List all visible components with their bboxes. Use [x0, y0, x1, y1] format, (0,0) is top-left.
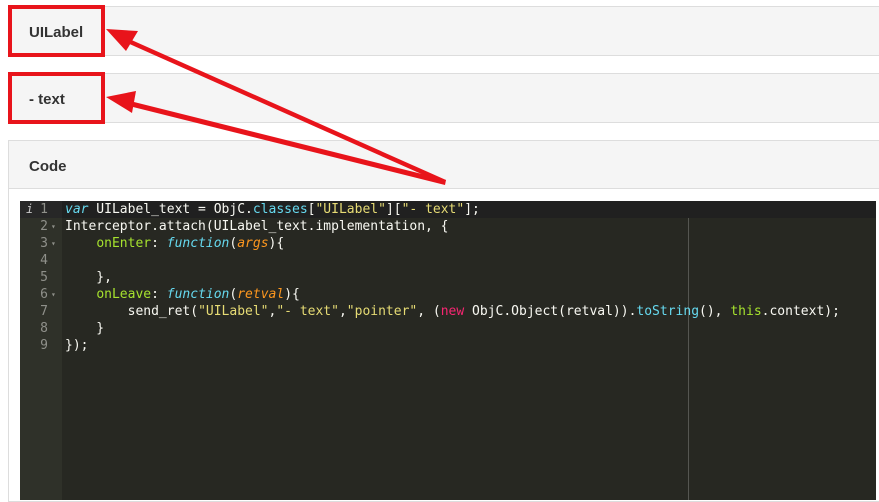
arrowhead-method-title [106, 91, 136, 113]
arrowhead-class-title [106, 29, 138, 51]
annotation-arrows [106, 29, 446, 185]
arrow-to-class-title [125, 38, 446, 184]
